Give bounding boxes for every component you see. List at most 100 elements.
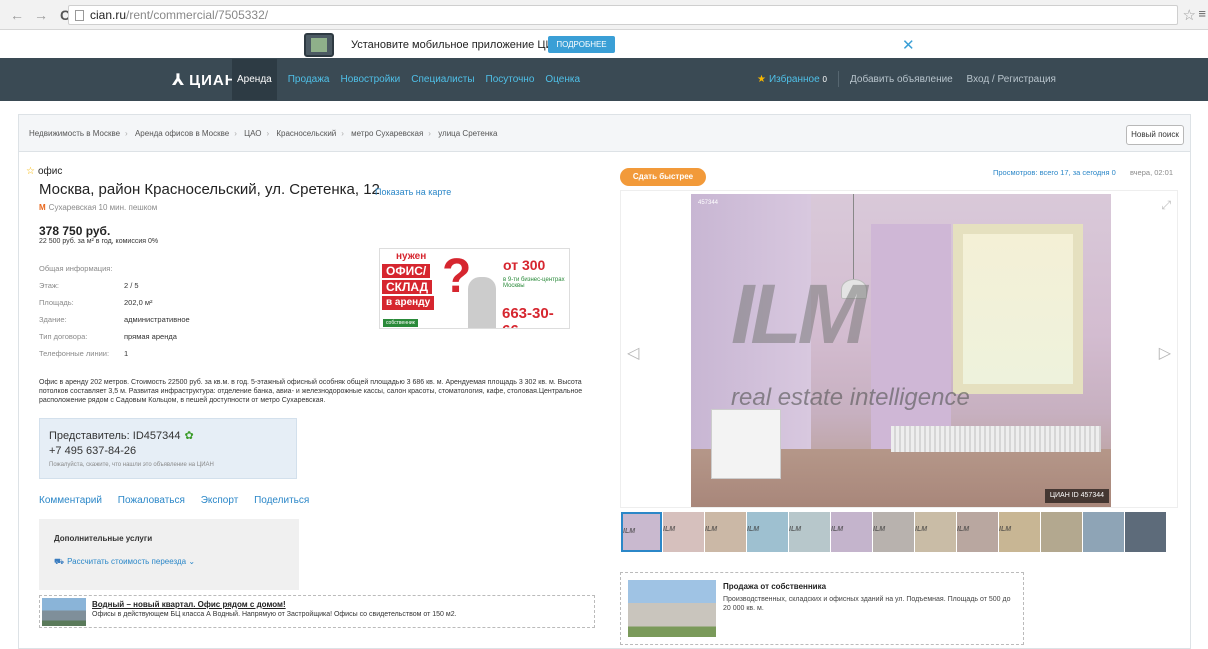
favorites-link[interactable]: ★ Избранное 0 bbox=[757, 74, 827, 85]
address-bar[interactable]: cian.ru/rent/commercial/7505332/ bbox=[68, 5, 1178, 25]
logo-text: ЦИАН bbox=[189, 72, 237, 89]
nav-item-specialists[interactable]: Специалисты bbox=[411, 74, 474, 85]
complain-link[interactable]: Пожаловаться bbox=[118, 495, 185, 506]
info-value: 1 bbox=[124, 349, 129, 358]
thumbnail[interactable]: ILM bbox=[663, 512, 704, 552]
metro-info: M Сухаревская 10 мин. пешком bbox=[39, 203, 157, 212]
listing-type: ☆ офис bbox=[26, 166, 62, 177]
new-search-button[interactable]: Новый поиск bbox=[1126, 125, 1184, 145]
agent-phone[interactable]: +7 495 637-84-26 bbox=[49, 445, 136, 457]
browser-menu-icon[interactable]: ≡ bbox=[1198, 6, 1206, 21]
listing-description: Офис в аренду 202 метров. Стоимость 2250… bbox=[39, 379, 583, 404]
breadcrumb-item[interactable]: Красносельский bbox=[276, 129, 336, 138]
ad-phone: 663-30-66 bbox=[502, 305, 554, 328]
promo-title[interactable]: Водный – новый квартал. Офис рядом с дом… bbox=[92, 600, 286, 609]
thumbnail[interactable]: ILM bbox=[789, 512, 830, 552]
info-row: Этаж: 2 / 5 bbox=[39, 281, 239, 298]
url-host: cian.ru bbox=[90, 8, 127, 22]
next-photo-icon[interactable]: ▷ bbox=[1159, 343, 1171, 363]
rent-faster-button[interactable]: Сдать быстрее bbox=[620, 168, 706, 186]
back-icon[interactable]: ← bbox=[10, 7, 24, 23]
info-row: Телефонные линии: 1 bbox=[39, 349, 239, 366]
nav-item-new-buildings[interactable]: Новостройки bbox=[340, 74, 400, 85]
main-navigation: ⅄ ЦИАН Аренда Продажа Новостройки Специал… bbox=[0, 58, 1208, 101]
phone-icon bbox=[304, 33, 334, 57]
thumbnail[interactable]: ILM bbox=[915, 512, 956, 552]
share-link[interactable]: Поделиться bbox=[254, 495, 309, 506]
breadcrumb: Недвижимость в Москве › Аренда офисов в М… bbox=[29, 129, 497, 138]
nav-item-daily[interactable]: Посуточно bbox=[486, 74, 535, 85]
close-icon[interactable]: ✕ bbox=[902, 36, 915, 54]
photo-thumbnails: ILM ILM ILM ILM ILM ILM ILM ILM ILM ILM bbox=[621, 512, 1177, 552]
promo-right-title[interactable]: Продажа от собственника bbox=[723, 582, 826, 591]
promo-thumbnail bbox=[42, 598, 86, 626]
info-key: Телефонные линии: bbox=[39, 349, 110, 358]
comment-link[interactable]: Комментарий bbox=[39, 495, 102, 506]
thumbnail[interactable] bbox=[1083, 512, 1124, 552]
info-value: 2 / 5 bbox=[124, 281, 139, 290]
breadcrumb-item[interactable]: метро Сухаревская bbox=[351, 129, 423, 138]
ad-price-from: от 300 bbox=[503, 257, 546, 273]
thumbnail[interactable]: ILM bbox=[705, 512, 746, 552]
prev-photo-icon[interactable]: ◁ bbox=[627, 343, 639, 363]
thumbnail[interactable]: ILM bbox=[873, 512, 914, 552]
promo-block-left[interactable]: Водный – новый квартал. Офис рядом с дом… bbox=[39, 595, 595, 628]
app-promo-banner: Установите мобильное приложение ЦИАН ПОД… bbox=[0, 31, 1208, 57]
breadcrumb-item[interactable]: ЦАО bbox=[244, 129, 261, 138]
breadcrumb-item[interactable]: Аренда офисов в Москве bbox=[135, 129, 229, 138]
thumbnail[interactable]: ILM bbox=[957, 512, 998, 552]
thumbnail[interactable]: ILM bbox=[831, 512, 872, 552]
ad-label-office: ОФИС/ bbox=[382, 264, 431, 278]
favorites-count: 0 bbox=[822, 75, 827, 84]
truck-icon: ⛟ bbox=[54, 557, 65, 566]
ad-banner[interactable]: нужен ОФИС/ СКЛАД в аренду ? от 300 в 9-… bbox=[379, 248, 570, 329]
login-link[interactable]: Вход / Регистрация bbox=[967, 74, 1056, 85]
posted-time: вчера, 02:01 bbox=[1130, 168, 1174, 177]
thumbnail[interactable]: ILM bbox=[999, 512, 1040, 552]
add-favorite-star-icon[interactable]: ☆ bbox=[26, 166, 35, 177]
info-value: административное bbox=[124, 315, 190, 324]
info-key: Этаж: bbox=[39, 281, 60, 290]
promo-text: Офисы в действующем БЦ класса А Водный. … bbox=[92, 611, 457, 618]
show-on-map-link[interactable]: Показать на карте bbox=[375, 187, 451, 197]
promo-block-right[interactable]: Продажа от собственника Производственных… bbox=[620, 572, 1024, 645]
bookmark-star-icon[interactable]: ☆ bbox=[1183, 6, 1196, 24]
page-icon bbox=[75, 9, 84, 21]
listing-actions: Комментарий Пожаловаться Экспорт Поделит… bbox=[39, 495, 322, 506]
info-row: Тип договора: прямая аренда bbox=[39, 332, 239, 349]
photo-watermark: ILM bbox=[731, 267, 868, 361]
thumbnail[interactable]: ILM bbox=[621, 512, 662, 552]
app-more-button[interactable]: ПОДРОБНЕЕ bbox=[548, 36, 615, 53]
ad-person-image bbox=[468, 277, 496, 328]
promo-building-image bbox=[628, 580, 716, 637]
info-key: Здание: bbox=[39, 315, 67, 324]
favorites-label: Избранное bbox=[768, 74, 820, 85]
nav-item-sale[interactable]: Продажа bbox=[288, 74, 330, 85]
photo-cian-tag: ЦИАН ID 457344 bbox=[1044, 489, 1109, 503]
breadcrumb-item[interactable]: Недвижимость в Москве bbox=[29, 129, 120, 138]
add-listing-link[interactable]: Добавить объявление bbox=[850, 74, 953, 85]
calculate-moving-link[interactable]: ⛟ Рассчитать стоимость переезда ⌄ bbox=[54, 557, 195, 567]
fullscreen-icon[interactable]: ⤢ bbox=[1161, 198, 1171, 213]
agent-rep: Представитель: ID457344 ✿ bbox=[49, 429, 194, 442]
cian-logo[interactable]: ⅄ ЦИАН bbox=[172, 70, 237, 90]
thumbnail[interactable] bbox=[1041, 512, 1082, 552]
breadcrumb-separator-icon: › bbox=[428, 129, 431, 138]
breadcrumb-separator-icon: › bbox=[125, 129, 128, 138]
agent-box: Представитель: ID457344 ✿ +7 495 637-84-2… bbox=[39, 418, 297, 479]
breadcrumb-item[interactable]: улица Сретенка bbox=[438, 129, 497, 138]
nav-item-rent[interactable]: Аренда bbox=[232, 59, 277, 100]
ad-label-warehouse: СКЛАД bbox=[382, 280, 433, 294]
export-link[interactable]: Экспорт bbox=[201, 495, 239, 506]
forward-icon[interactable]: → bbox=[34, 7, 48, 23]
thumbnail[interactable] bbox=[1125, 512, 1166, 552]
thumbnail[interactable]: ILM bbox=[747, 512, 788, 552]
verified-badge-icon: ✿ bbox=[184, 430, 194, 442]
services-title: Дополнительные услуги bbox=[54, 534, 153, 543]
nav-divider bbox=[838, 71, 839, 87]
view-count[interactable]: Просмотров: всего 17, за сегодня 0 bbox=[993, 168, 1116, 177]
nav-item-valuation[interactable]: Оценка bbox=[545, 74, 580, 85]
listing-title: Москва, район Красносельский, ул. Сретен… bbox=[39, 181, 380, 198]
info-row: Здание: административное bbox=[39, 315, 239, 332]
main-photo[interactable]: ILM real estate intelligence 457344 ЦИАН… bbox=[691, 194, 1111, 507]
